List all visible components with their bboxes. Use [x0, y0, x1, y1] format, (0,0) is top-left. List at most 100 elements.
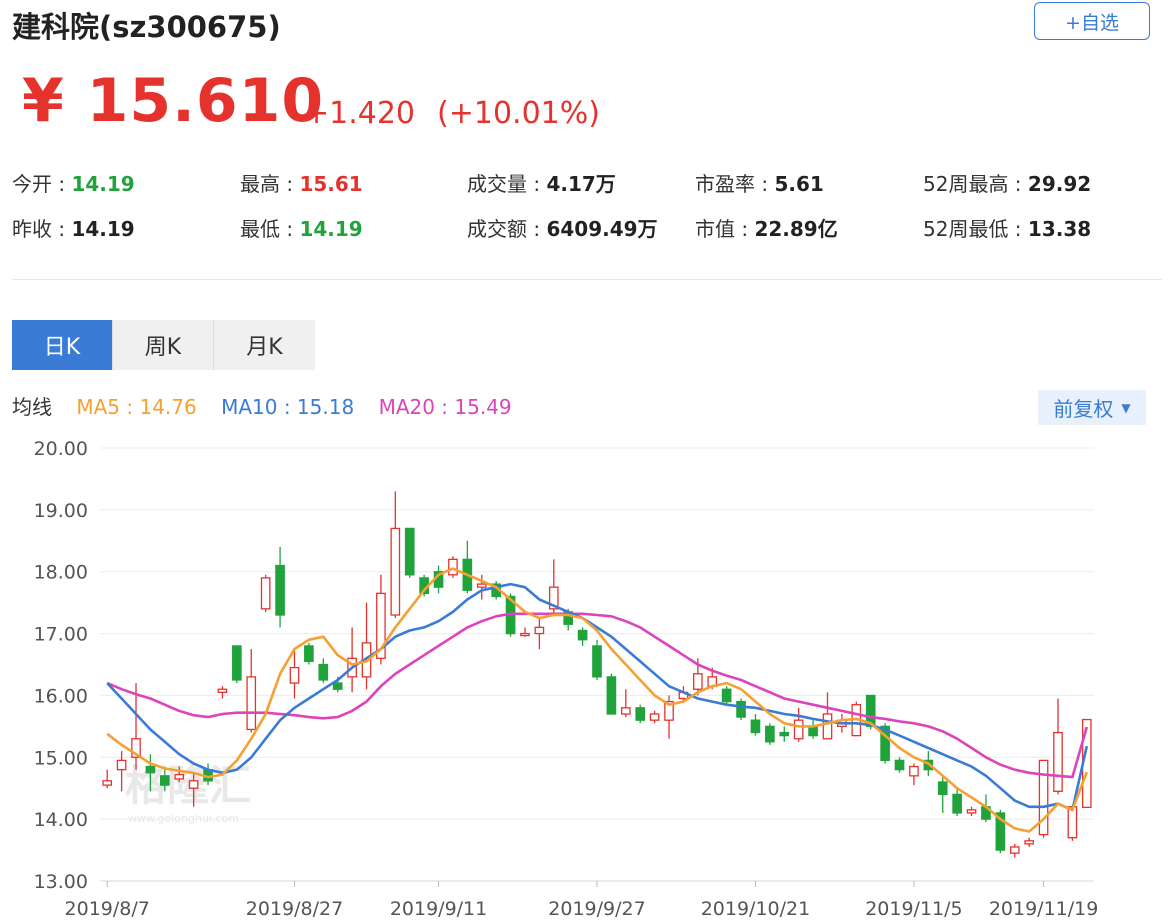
candle-up: [390, 527, 401, 616]
x-tick-label: 2019/11/5: [865, 898, 962, 920]
ma-legend: 均线 MA5 : 14.76 MA10 : 15.18 MA20 : 15.49: [12, 391, 530, 420]
add-favorite-button[interactable]: +自选: [1034, 2, 1150, 40]
adjust-dropdown[interactable]: 前复权 ▼: [1038, 390, 1146, 425]
candle-down: [894, 759, 905, 771]
candle-down: [736, 700, 746, 718]
period-tabs: 日K 周K 月K: [12, 320, 315, 370]
y-tick-label: 17.00: [34, 624, 88, 646]
y-tick-label: 14.00: [34, 809, 88, 831]
candle-down: [721, 688, 732, 703]
tab-monthly-k[interactable]: 月K: [214, 320, 315, 370]
candle-up: [246, 676, 257, 731]
candle-down: [404, 527, 415, 576]
candle-down: [232, 645, 242, 681]
caret-down-icon: ▼: [1121, 400, 1131, 415]
adjust-label: 前复权: [1053, 397, 1114, 421]
change-percent: (+10.01%): [437, 96, 600, 131]
candle-down: [606, 676, 617, 715]
tab-daily-k[interactable]: 日K: [12, 320, 113, 370]
candle-down: [635, 707, 646, 721]
stat-item: 52周最低 : 13.38: [923, 217, 1092, 241]
stat-value: 14.19: [71, 172, 135, 196]
stat-value: 29.92: [1027, 172, 1092, 196]
section-divider: [12, 279, 1162, 280]
current-price: ¥ 15.610: [22, 66, 325, 136]
price-change: +1.420 (+10.01%): [304, 96, 600, 131]
stat-value: 5.61: [774, 172, 824, 196]
candle-down: [592, 645, 602, 678]
tab-weekly-k[interactable]: 周K: [113, 320, 214, 370]
candle-up: [174, 773, 185, 780]
candle-up: [217, 688, 228, 693]
candle-down: [318, 663, 329, 681]
stat-item: 最低 : 14.19: [240, 217, 363, 241]
candle-down: [765, 725, 775, 743]
x-tick-label: 2019/8/27: [246, 898, 343, 920]
candle-up: [966, 809, 977, 814]
ma20-legend: MA20 : 15.49: [378, 395, 512, 419]
ma10-legend: MA10 : 15.18: [221, 395, 355, 419]
y-tick-label: 18.00: [34, 562, 88, 584]
stat-item: 市盈率 : 5.61: [695, 172, 824, 196]
candle-up: [260, 577, 271, 610]
stat-item: 成交额 : 6409.49万: [467, 217, 658, 241]
candle-down: [275, 564, 285, 616]
candle-down: [145, 765, 156, 774]
x-tick-label: 2019/8/7: [65, 898, 150, 920]
watermark-logo: 格隆汇: [125, 761, 251, 810]
candle-down: [779, 731, 790, 737]
candle-up: [102, 780, 113, 786]
stat-item: 市值 : 22.89亿: [695, 217, 838, 241]
stat-value: 14.19: [71, 217, 135, 241]
x-tick-label: 2019/9/11: [390, 898, 487, 920]
candle-down: [304, 645, 314, 663]
stat-value: 4.17万: [546, 172, 616, 196]
y-tick-label: 16.00: [34, 685, 88, 707]
stat-item: 昨收 : 14.19: [12, 217, 135, 241]
candle-up: [793, 719, 804, 740]
stat-item: 最高 : 15.61: [240, 172, 363, 196]
stat-value: 15.61: [299, 172, 363, 196]
candle-up: [448, 558, 458, 576]
candle-up: [520, 632, 530, 637]
watermark-url: www.gelonghui.com: [128, 812, 239, 825]
candle-down: [159, 775, 170, 786]
candle-up: [1024, 840, 1035, 845]
stat-item: 52周最高 : 29.92: [923, 172, 1092, 196]
candle-up: [620, 707, 631, 715]
y-tick-label: 20.00: [34, 438, 88, 460]
candle-up: [822, 713, 833, 740]
candle-up: [649, 713, 660, 721]
candle-up: [909, 765, 919, 777]
y-tick-label: 15.00: [34, 747, 88, 769]
candle-down: [952, 793, 962, 814]
y-tick-label: 13.00: [34, 871, 88, 893]
candle-up: [1067, 806, 1078, 839]
candle-down: [577, 629, 588, 641]
stat-item: 成交量 : 4.17万: [467, 172, 616, 196]
x-tick-label: 2019/11/19: [989, 898, 1099, 920]
stat-item: 今开 : 14.19: [12, 172, 135, 196]
candle-up: [476, 583, 487, 588]
ma5-legend: MA5 : 14.76: [76, 395, 197, 419]
candle-down: [332, 682, 343, 690]
kline-chart: 20.00 19.00 18.00 17.00 16.00 15.00 14.00 13.00…: [34, 438, 1099, 920]
change-amount: +1.420: [304, 96, 416, 131]
candle-down: [808, 725, 818, 737]
stat-value: 22.89亿: [754, 217, 838, 241]
candle-down: [750, 719, 761, 734]
stat-value: 6409.49万: [546, 217, 658, 241]
x-tick-label: 2019/10/21: [701, 898, 811, 920]
candle-up: [188, 780, 199, 789]
candle-up: [1038, 759, 1049, 836]
candle-up: [693, 673, 703, 690]
ma-legend-title: 均线: [12, 395, 52, 419]
x-tick-label: 2019/9/27: [548, 898, 645, 920]
candle-up: [1009, 846, 1020, 854]
candle-down: [937, 781, 948, 796]
candle-up: [116, 759, 127, 771]
candle-up: [1053, 731, 1063, 792]
stock-title: 建科院(sz300675): [12, 10, 281, 44]
stat-value: 13.38: [1027, 217, 1092, 241]
candle-up: [289, 666, 300, 684]
